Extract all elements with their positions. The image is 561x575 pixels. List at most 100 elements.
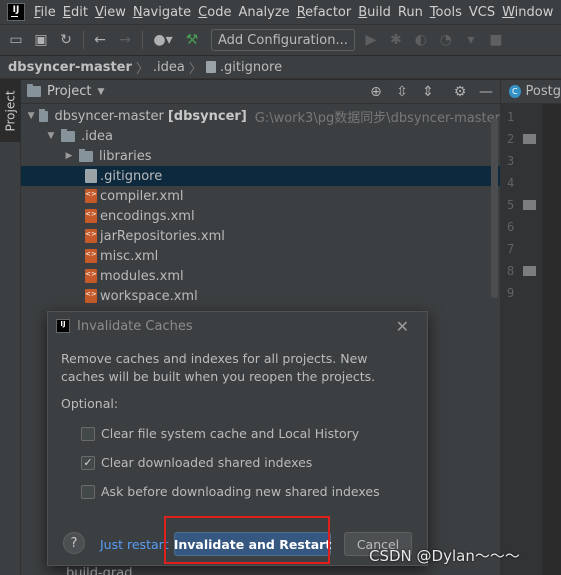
invalidate-and-restart-button[interactable]: Invalidate and Restart: [174, 532, 331, 556]
xml-file-icon: [85, 249, 97, 263]
menu-item[interactable]: Code: [197, 5, 237, 20]
folder-icon: [39, 108, 49, 122]
chevron-right-icon[interactable]: ▶: [63, 151, 75, 161]
menu-item[interactable]: VCS: [468, 5, 501, 20]
menu-item[interactable]: Navigate: [132, 5, 197, 20]
build-hammer-icon[interactable]: ⚒: [183, 31, 201, 49]
editor-tab[interactable]: C Postg: [500, 80, 561, 104]
file-name: workspace.xml: [100, 288, 198, 304]
tree-row-libraries[interactable]: ▶ libraries: [21, 146, 500, 166]
project-view-selector[interactable]: Project ▼: [27, 84, 104, 99]
back-arrow-icon[interactable]: ←: [91, 31, 109, 49]
ask-before-download-checkbox[interactable]: Ask before downloading new shared indexe…: [81, 484, 380, 499]
menu-label: efactor: [305, 4, 352, 20]
refresh-icon[interactable]: ↻: [57, 31, 75, 49]
breadcrumb-folder[interactable]: .idea: [153, 60, 185, 75]
tree-row-file[interactable]: modules.xml: [21, 266, 500, 286]
forward-arrow-icon[interactable]: →: [116, 31, 134, 49]
menu-mnemonic: E: [62, 4, 71, 20]
project-stripe-tab[interactable]: Project: [0, 80, 21, 142]
file-name: compiler.xml: [100, 188, 184, 204]
tree-row-idea[interactable]: ▼ .idea: [21, 126, 500, 146]
fold-marker-icon[interactable]: [523, 266, 536, 276]
menu-mnemonic: W: [502, 4, 515, 20]
debug-icon[interactable]: ✱: [387, 31, 405, 49]
save-icon[interactable]: ▣: [32, 31, 50, 49]
menu-item[interactable]: Run: [397, 5, 429, 20]
file-name: jarRepositories.xml: [100, 228, 225, 244]
menu-item[interactable]: Build: [357, 5, 397, 20]
menu-item[interactable]: Edit: [62, 5, 94, 20]
line-number: 5: [507, 198, 515, 212]
breadcrumb-file[interactable]: .gitignore: [220, 60, 282, 75]
invalidate-caches-dialog: IJ Invalidate Caches ✕ Remove caches and…: [47, 311, 428, 566]
folder-icon: [27, 84, 41, 97]
watermark-text: CSDN @Dylan～～～: [369, 547, 520, 565]
module-name: [dbsyncer]: [167, 108, 247, 124]
checkbox-checked-icon[interactable]: ✓: [81, 455, 95, 470]
toolbar-divider: [142, 31, 143, 49]
tree-row-file[interactable]: workspace.xml: [21, 286, 500, 306]
checkbox-unchecked-icon[interactable]: [81, 484, 95, 499]
just-restart-link[interactable]: Just restart: [100, 537, 169, 552]
fold-marker-icon[interactable]: [523, 200, 536, 210]
locate-target-icon[interactable]: ⊕: [368, 84, 384, 100]
profile-icon[interactable]: ◔: [437, 31, 455, 49]
user-dropdown-icon[interactable]: ●▾: [150, 31, 176, 49]
tree-row-partial: build-grad: [66, 566, 133, 575]
xml-file-icon: [85, 269, 97, 283]
stop-icon[interactable]: ■: [487, 31, 505, 49]
folder-icon: [61, 128, 75, 142]
expand-all-icon[interactable]: ⇳: [394, 84, 410, 100]
gear-icon[interactable]: ⚙: [452, 84, 468, 100]
menu-item[interactable]: File: [33, 5, 62, 20]
help-button[interactable]: ?: [63, 532, 85, 554]
tree-row-file[interactable]: jarRepositories.xml: [21, 226, 500, 246]
line-number: 4: [507, 176, 515, 190]
menu-item[interactable]: Window: [501, 5, 559, 20]
close-icon[interactable]: ✕: [396, 317, 409, 336]
chevron-down-icon[interactable]: ▼: [45, 131, 57, 141]
tree-row-root[interactable]: ▼ dbsyncer-master [dbsyncer] G:\work3\pg…: [21, 106, 500, 126]
add-configuration-button[interactable]: Add Configuration...: [211, 29, 355, 51]
tool-window-stripe: Project: [0, 80, 21, 575]
menu-mnemonic: R: [296, 4, 306, 20]
line-number: 6: [507, 220, 515, 234]
clear-shared-indexes-checkbox[interactable]: ✓ Clear downloaded shared indexes: [81, 455, 312, 470]
libraries-folder-name: libraries: [99, 148, 152, 164]
collapse-all-icon[interactable]: ⇕: [420, 84, 436, 100]
menu-item[interactable]: View: [94, 5, 132, 20]
chevron-down-icon[interactable]: ▼: [27, 111, 35, 121]
breadcrumb-root[interactable]: dbsyncer-master: [8, 60, 132, 75]
hide-panel-icon[interactable]: —: [478, 84, 494, 100]
menu-item[interactable]: Analyze: [237, 5, 295, 20]
editor-code-area[interactable]: [542, 104, 561, 575]
line-number: 7: [507, 242, 515, 256]
menu-item[interactable]: Refactor: [296, 5, 358, 20]
tree-row-file[interactable]: encodings.xml: [21, 206, 500, 226]
menu-bar: IJ File Edit View Navigate Code Analyze Refact…: [0, 0, 561, 24]
tree-scrollbar[interactable]: [491, 118, 498, 298]
more-run-dropdown-icon[interactable]: ▾: [462, 31, 480, 49]
project-stripe-label: Project: [3, 90, 18, 132]
toolbar-divider: [83, 31, 84, 49]
run-icon[interactable]: ▶: [362, 31, 380, 49]
tree-row-file[interactable]: misc.xml: [21, 246, 500, 266]
checkbox-label: Clear file system cache and Local Histor…: [101, 426, 360, 441]
line-number: 2: [507, 132, 515, 146]
fold-marker-icon[interactable]: [523, 134, 536, 144]
coverage-icon[interactable]: ◐: [412, 31, 430, 49]
xml-file-icon: [85, 209, 97, 223]
file-name: misc.xml: [100, 248, 159, 264]
menu-item[interactable]: Tools: [429, 5, 468, 20]
menu-label: iew: [103, 4, 126, 20]
menu-label: dit: [71, 4, 88, 20]
open-folder-icon[interactable]: ▭: [7, 31, 25, 49]
clear-file-system-cache-checkbox[interactable]: Clear file system cache and Local Histor…: [81, 426, 359, 441]
editor-tab-label: Postg: [525, 84, 561, 99]
tree-row-gitignore[interactable]: .gitignore: [21, 166, 500, 186]
tree-row-file[interactable]: compiler.xml: [21, 186, 500, 206]
checkbox-unchecked-icon[interactable]: [81, 426, 95, 441]
line-number: 1: [507, 110, 515, 124]
file-name: modules.xml: [100, 268, 184, 284]
